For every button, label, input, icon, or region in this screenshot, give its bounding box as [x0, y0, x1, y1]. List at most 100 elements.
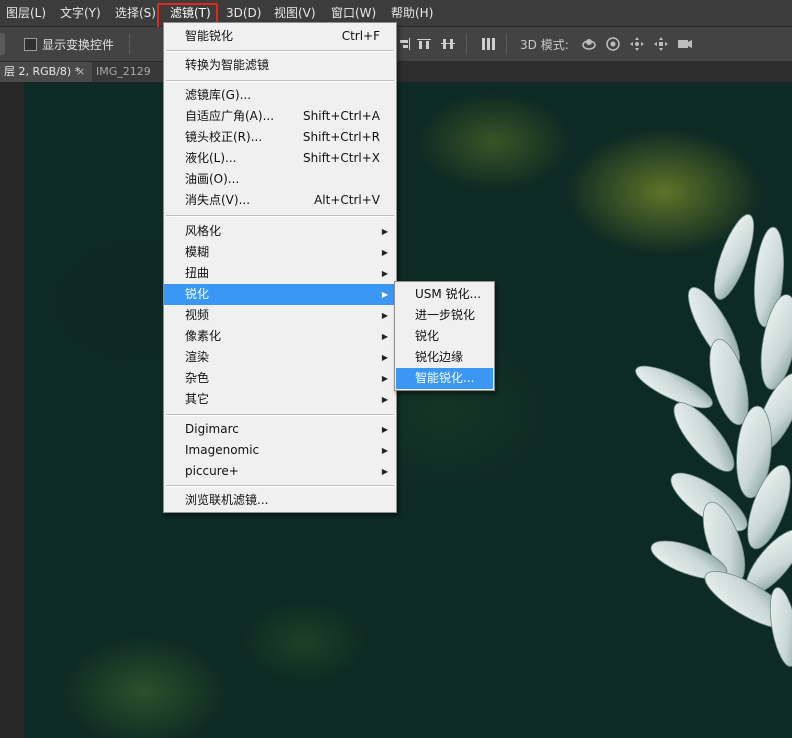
menu-item-label: 锐化 — [185, 287, 210, 301]
filter-menu-item-convert-smart-filter[interactable]: 转换为智能滤镜 — [164, 55, 396, 76]
filter-menu-item-pixelate[interactable]: 像素化 ▶ — [164, 326, 396, 347]
submenu-arrow-icon: ▶ — [381, 290, 388, 299]
menu-item-label: Digimarc — [185, 422, 239, 436]
document-tab-label: 层 2, RGB/8) * — [4, 65, 81, 78]
menu-item-label: 扭曲 — [185, 266, 210, 280]
show-transform-controls-label: 显示变换控件 — [42, 38, 115, 52]
filter-menu-item-smart-sharpen-last[interactable]: 智能锐化 Ctrl+F — [164, 26, 396, 47]
filter-menu-item-lens-correction[interactable]: 镜头校正(R)... Shift+Ctrl+R — [164, 127, 396, 148]
menu-separator — [166, 414, 394, 416]
submenu-arrow-icon: ▶ — [381, 467, 388, 476]
menu-item-label: Imagenomic — [185, 443, 260, 457]
menu-item-label: 锐化 — [415, 329, 440, 343]
menu-item-label: 像素化 — [185, 329, 222, 343]
menu-item-label: 油画(O)... — [185, 172, 240, 186]
sharpen-submenu-item-sharpen-more[interactable]: 进一步锐化 — [396, 305, 493, 326]
menu-item-shortcut: Alt+Ctrl+V — [314, 193, 380, 207]
filter-menu-item-blur[interactable]: 模糊 ▶ — [164, 242, 396, 263]
menu-item-label: 进一步锐化 — [415, 308, 476, 322]
submenu-arrow-icon: ▶ — [381, 227, 388, 236]
roll-icon[interactable] — [605, 36, 621, 52]
filter-menu-item-adaptive-wide-angle[interactable]: 自适应广角(A)... Shift+Ctrl+A — [164, 106, 396, 127]
sharpen-submenu: USM 锐化... 进一步锐化 锐化 锐化边缘 智能锐化... — [394, 281, 495, 391]
menu-item-label: 滤镜库(G)... — [185, 88, 252, 102]
filter-menu-item-other[interactable]: 其它 ▶ — [164, 389, 396, 410]
filter-menu-item-sharpen[interactable]: 锐化 ▶ — [164, 284, 396, 305]
document-tab-active[interactable]: 层 2, RGB/8) * × — [0, 62, 96, 82]
slide-icon[interactable] — [653, 36, 669, 52]
document-canvas[interactable] — [24, 82, 792, 738]
filter-menu-item-vanishing-point[interactable]: 消失点(V)... Alt+Ctrl+V — [164, 190, 396, 211]
filter-menu-item-stylize[interactable]: 风格化 ▶ — [164, 221, 396, 242]
sharpen-submenu-item-sharpen-edges[interactable]: 锐化边缘 — [396, 347, 493, 368]
submenu-arrow-icon: ▶ — [381, 269, 388, 278]
menu-separator — [166, 80, 394, 82]
menu-item-label: 渲染 — [185, 350, 210, 364]
separator — [129, 34, 130, 54]
filter-menu-item-noise[interactable]: 杂色 ▶ — [164, 368, 396, 389]
scale-camera-icon[interactable] — [677, 36, 693, 52]
menu-item-label: 镜头校正(R)... — [185, 130, 263, 144]
submenu-arrow-icon: ▶ — [381, 374, 388, 383]
submenu-arrow-icon: ▶ — [381, 248, 388, 257]
submenu-arrow-icon: ▶ — [381, 446, 388, 455]
menu-item-label: 视频 — [185, 308, 210, 322]
filter-menu-item-oil-paint[interactable]: 油画(O)... — [164, 169, 396, 190]
menu-item-label: USM 锐化... — [415, 287, 482, 301]
pan-icon[interactable] — [629, 36, 645, 52]
separator — [466, 34, 467, 54]
filter-menu-item-filter-gallery[interactable]: 滤镜库(G)... — [164, 85, 396, 106]
submenu-arrow-icon: ▶ — [381, 311, 388, 320]
distribute-vertical-centers-icon[interactable] — [440, 36, 456, 52]
submenu-arrow-icon: ▶ — [381, 332, 388, 341]
menu-item-label: 浏览联机滤镜... — [185, 493, 269, 507]
menu-item-shortcut: Shift+Ctrl+A — [303, 109, 380, 123]
menu-layer[interactable]: 图层(L) — [1, 0, 51, 26]
chrysanthemum-photo — [635, 214, 792, 667]
menu-item-shortcut: Shift+Ctrl+R — [302, 130, 380, 144]
menu-select[interactable]: 选择(S) — [110, 0, 161, 26]
orbit-icon[interactable] — [581, 36, 597, 52]
align-right-edges-icon[interactable] — [398, 36, 414, 52]
menu-item-shortcut: Shift+Ctrl+X — [303, 151, 380, 165]
filter-menu-item-video[interactable]: 视频 ▶ — [164, 305, 396, 326]
submenu-arrow-icon: ▶ — [381, 395, 388, 404]
filter-menu: 智能锐化 Ctrl+F 转换为智能滤镜 滤镜库(G)... 自适应广角(A)..… — [163, 22, 397, 513]
filter-menu-item-browse-online[interactable]: 浏览联机滤镜... — [164, 490, 396, 511]
menu-separator — [166, 215, 394, 217]
sharpen-submenu-item-unsharp-mask[interactable]: USM 锐化... — [396, 284, 493, 305]
menu-separator — [166, 485, 394, 487]
filter-menu-item-digimarc[interactable]: Digimarc ▶ — [164, 419, 396, 440]
distribute-top-icon[interactable] — [416, 36, 432, 52]
submenu-arrow-icon: ▶ — [381, 353, 388, 362]
menu-item-label: 锐化边缘 — [415, 350, 464, 364]
menu-item-label: 模糊 — [185, 245, 210, 259]
menu-item-label: 消失点(V)... — [185, 193, 251, 207]
menu-type[interactable]: 文字(Y) — [55, 0, 106, 26]
menu-item-label: 智能锐化 — [185, 29, 234, 43]
filter-menu-item-distort[interactable]: 扭曲 ▶ — [164, 263, 396, 284]
menu-item-label: piccure+ — [185, 464, 239, 478]
filter-menu-item-render[interactable]: 渲染 ▶ — [164, 347, 396, 368]
filter-menu-item-imagenomic[interactable]: Imagenomic ▶ — [164, 440, 396, 461]
menu-item-label: 液化(L)... — [185, 151, 237, 165]
sharpen-submenu-item-sharpen[interactable]: 锐化 — [396, 326, 493, 347]
menu-item-label: 风格化 — [185, 224, 222, 238]
separator — [506, 34, 507, 54]
auto-align-layers-icon[interactable] — [480, 36, 496, 52]
tool-preset-picker[interactable] — [0, 33, 5, 55]
document-tab-label: IMG_2129 — [96, 65, 151, 78]
menu-item-label: 智能锐化... — [415, 371, 475, 385]
menu-item-label: 自适应广角(A)... — [185, 109, 275, 123]
menu-item-label: 其它 — [185, 392, 210, 406]
show-transform-controls-checkbox[interactable] — [24, 38, 37, 51]
filter-menu-item-piccure[interactable]: piccure+ ▶ — [164, 461, 396, 482]
menu-item-label: 杂色 — [185, 371, 210, 385]
submenu-arrow-icon: ▶ — [381, 425, 388, 434]
menu-item-shortcut: Ctrl+F — [341, 29, 380, 43]
menu-separator — [166, 50, 394, 52]
3d-mode-label: 3D 模式: — [520, 38, 569, 52]
sharpen-submenu-item-smart-sharpen[interactable]: 智能锐化... — [396, 368, 493, 389]
close-icon[interactable]: × — [76, 62, 85, 82]
filter-menu-item-liquify[interactable]: 液化(L)... Shift+Ctrl+X — [164, 148, 396, 169]
